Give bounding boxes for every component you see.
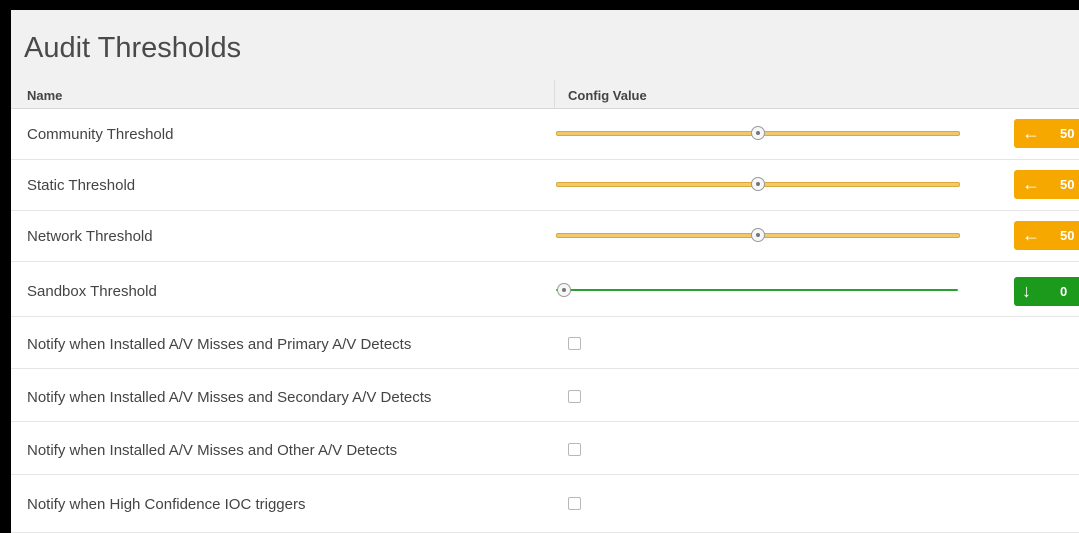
table-row-notify-primary: Notify when Installed A/V Misses and Pri…	[11, 317, 1079, 369]
column-header-config-value[interactable]: Config Value	[568, 88, 647, 103]
table-row-network-threshold: Network Threshold ← 50	[11, 211, 1079, 262]
slider-track[interactable]	[556, 289, 958, 291]
row-label: Notify when Installed A/V Misses and Oth…	[27, 442, 398, 459]
row-label: Community Threshold	[27, 126, 174, 143]
panel-title: Audit Thresholds	[24, 32, 242, 64]
table-row-sandbox-threshold: Sandbox Threshold ↓ 0	[11, 262, 1079, 317]
table-row-static-threshold: Static Threshold ← 50	[11, 160, 1079, 211]
table-row-notify-secondary: Notify when Installed A/V Misses and Sec…	[11, 369, 1079, 422]
badge-value: 50	[1060, 126, 1075, 141]
arrow-down-icon: ↓	[1022, 281, 1031, 301]
row-label: Notify when Installed A/V Misses and Sec…	[27, 389, 432, 406]
window-frame-left	[0, 0, 11, 533]
badge-value: 50	[1060, 177, 1075, 192]
slider-thumb[interactable]	[751, 126, 765, 140]
panel-header: Audit Thresholds	[11, 10, 1079, 81]
table-row-notify-ioc: Notify when High Confidence IOC triggers	[11, 475, 1079, 533]
arrow-left-icon: ←	[1022, 123, 1040, 143]
row-label: Notify when Installed A/V Misses and Pri…	[27, 336, 412, 353]
row-label: Notify when High Confidence IOC triggers	[27, 496, 306, 513]
value-badge[interactable]: ← 50	[1014, 170, 1079, 199]
notify-secondary-checkbox[interactable]	[568, 390, 581, 403]
table-header: Name Config Value	[11, 80, 1079, 109]
badge-value: 50	[1060, 228, 1075, 243]
value-badge[interactable]: ← 50	[1014, 119, 1079, 148]
window-frame-top	[0, 0, 1079, 10]
value-badge[interactable]: ↓ 0	[1014, 277, 1079, 306]
slider-thumb[interactable]	[751, 177, 765, 191]
arrow-left-icon: ←	[1022, 174, 1040, 194]
value-badge[interactable]: ← 50	[1014, 221, 1079, 250]
notify-primary-checkbox[interactable]	[568, 337, 581, 350]
column-header-name[interactable]: Name	[27, 88, 62, 103]
badge-value: 0	[1060, 284, 1068, 299]
slider-thumb[interactable]	[557, 283, 571, 297]
audit-thresholds-panel: Audit Thresholds Name Config Value Commu…	[11, 10, 1079, 533]
row-label: Sandbox Threshold	[27, 283, 157, 300]
row-label: Static Threshold	[27, 177, 136, 194]
table-row-notify-other: Notify when Installed A/V Misses and Oth…	[11, 422, 1079, 475]
notify-ioc-checkbox[interactable]	[568, 497, 581, 510]
notify-other-checkbox[interactable]	[568, 443, 581, 456]
slider-thumb[interactable]	[751, 228, 765, 242]
table-row-community-threshold: Community Threshold ← 50	[11, 109, 1079, 160]
row-label: Network Threshold	[27, 228, 153, 245]
column-divider	[554, 80, 555, 108]
arrow-left-icon: ←	[1022, 225, 1040, 245]
